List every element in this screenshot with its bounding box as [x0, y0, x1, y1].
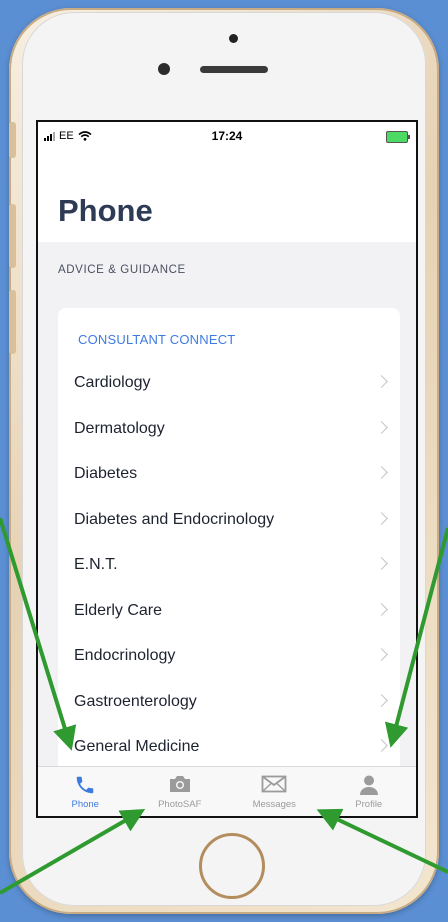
section-label: ADVICE & GUIDANCE: [58, 264, 186, 276]
list-item-label: E.N.T.: [74, 556, 118, 573]
phone-icon: [77, 776, 94, 794]
specialty-list: Cardiology Dermatology Diabetes Diabetes…: [58, 362, 400, 772]
list-item-label: Gastroenterology: [74, 692, 197, 710]
volume-down-button: [9, 290, 16, 354]
list-item-diabetes[interactable]: Diabetes: [58, 453, 400, 499]
page-header: Phone: [38, 150, 416, 242]
person-icon: [359, 775, 378, 795]
list-item-general-medicine[interactable]: General Medicine: [58, 726, 400, 772]
list-item-ent[interactable]: E.N.T.: [58, 544, 400, 590]
list-item-label: Endocrinology: [74, 647, 176, 664]
proximity-sensor: [229, 34, 238, 43]
chevron-right-icon: [375, 739, 388, 752]
home-button[interactable]: [199, 833, 265, 899]
tab-label: Profile: [355, 799, 383, 810]
tab-phone[interactable]: Phone: [38, 767, 133, 816]
chevron-right-icon: [375, 420, 388, 434]
envelope-icon: [261, 775, 287, 793]
list-item-label: General Medicine: [74, 738, 200, 755]
list-item-label: Dermatology: [74, 419, 165, 437]
status-bar: EE 17:24: [38, 122, 416, 150]
tab-label: Messages: [252, 799, 296, 810]
tab-profile[interactable]: Profile: [322, 767, 417, 816]
list-item-label: Diabetes: [74, 465, 138, 482]
status-time: 17:24: [211, 129, 243, 143]
list-item-cardiology[interactable]: Cardiology: [58, 362, 400, 408]
tab-messages[interactable]: Messages: [227, 767, 322, 816]
chevron-right-icon: [375, 693, 388, 707]
earpiece-speaker: [200, 66, 268, 73]
camera-icon: [169, 776, 190, 792]
consultant-connect-card: CONSULTANT CONNECT Cardiology Dermatolog…: [58, 308, 400, 816]
battery-icon: [386, 131, 410, 143]
chevron-right-icon: [375, 557, 388, 570]
page-title: Phone: [58, 193, 153, 228]
list-item-elderly-care[interactable]: Elderly Care: [58, 590, 400, 636]
chevron-right-icon: [375, 466, 388, 479]
list-item-label: Cardiology: [74, 374, 151, 391]
tab-label: Phone: [71, 799, 99, 810]
tab-bar: Phone PhotoSAF Messages Profile: [38, 766, 416, 816]
list-item-endocrinology[interactable]: Endocrinology: [58, 635, 400, 681]
mute-switch: [9, 122, 16, 158]
card-heading: CONSULTANT CONNECT: [78, 332, 236, 347]
chevron-right-icon: [375, 511, 388, 525]
app-screen: EE 17:24 Phone ADVICE & GUIDANCE CONSULT…: [36, 120, 418, 818]
chevron-right-icon: [375, 648, 388, 661]
front-camera: [158, 63, 170, 75]
tab-label: PhotoSAF: [158, 799, 202, 810]
list-item-diabetes-endocrinology[interactable]: Diabetes and Endocrinology: [58, 499, 400, 545]
list-item-label: Diabetes and Endocrinology: [74, 510, 275, 528]
chevron-right-icon: [375, 375, 388, 388]
chevron-right-icon: [375, 602, 388, 616]
list-item-gastroenterology[interactable]: Gastroenterology: [58, 681, 400, 727]
list-item-label: Elderly Care: [74, 601, 163, 619]
volume-up-button: [9, 204, 16, 268]
tab-photosaf[interactable]: PhotoSAF: [133, 767, 228, 816]
list-item-dermatology[interactable]: Dermatology: [58, 408, 400, 454]
